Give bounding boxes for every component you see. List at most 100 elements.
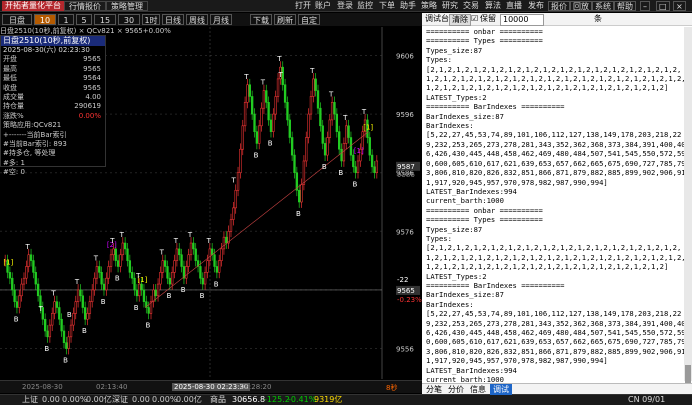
period-week[interactable]: 周线 [186, 14, 208, 25]
keep-label: 保留 [480, 14, 496, 23]
period-30m[interactable]: 30分 [118, 14, 140, 36]
period-5m[interactable]: 5分 [76, 14, 92, 36]
candle-body [72, 313, 75, 326]
chart-info-line: 日盘2510(10秒,前复权) × QCv821 × 9565+0.00% [0, 27, 171, 35]
period-10s[interactable]: 10秒 [34, 14, 56, 36]
candle-body [43, 318, 47, 332]
menu-strategy[interactable]: 策略 [421, 0, 437, 12]
maximize-icon[interactable]: □ [656, 1, 670, 11]
system-button[interactable]: 系统 [592, 1, 614, 11]
bottom-label: B [254, 151, 259, 159]
log-scrollbar[interactable] [684, 27, 692, 389]
value: 9564 [83, 74, 101, 83]
menu-live[interactable]: 直播 [506, 0, 522, 12]
top-label: T [243, 73, 249, 81]
info-note: #多: 1 [3, 158, 25, 167]
tab-quotes[interactable]: 行情报价 [64, 1, 106, 11]
menu-order[interactable]: 下单 [379, 0, 395, 12]
value: 9565 [83, 55, 101, 64]
candle-body [253, 113, 256, 132]
menu-login[interactable]: 登录 [337, 0, 353, 12]
menu-trade[interactable]: 交易 [463, 0, 479, 12]
menu-research[interactable]: 研究 [442, 0, 458, 12]
candle-body [248, 84, 251, 97]
candle-body [307, 113, 310, 138]
info-header: 日盘2510(10秒,前复权) [1, 36, 105, 46]
period-month[interactable]: 月线 [210, 14, 232, 25]
candle-body [79, 289, 82, 297]
top-label: T [206, 237, 212, 245]
signal-marker: T [38, 305, 44, 313]
label: 涨跌% [3, 111, 24, 120]
quote-button[interactable]: 报价 [548, 1, 570, 11]
keep-count-input[interactable]: 10000 [500, 14, 544, 26]
candle-body [159, 272, 162, 285]
candle-body [178, 248, 181, 256]
top-label: T [93, 254, 99, 262]
top-label: T [260, 79, 266, 87]
menu-publish[interactable]: 发布 [528, 0, 544, 12]
info-row-low: 最低 9564 [1, 74, 105, 83]
bottom-label: B [115, 274, 120, 282]
replay-button[interactable]: 回放 [570, 1, 592, 11]
signal-marker: B [67, 311, 72, 319]
menu-open[interactable]: 打开 [295, 0, 311, 12]
clear-button[interactable]: 清除 [449, 14, 471, 26]
candle-body [326, 137, 329, 156]
candle-body [135, 289, 139, 297]
period-1m[interactable]: 1分 [58, 14, 74, 36]
close-icon[interactable]: × [673, 1, 686, 11]
tab-debug[interactable]: 调试 [490, 384, 512, 395]
candle-body [323, 143, 327, 156]
sh-amount: 0.00亿 [86, 395, 112, 404]
candle-body [269, 119, 273, 132]
bottom-label: B [14, 316, 19, 324]
tab-info[interactable]: 信息 [470, 384, 486, 395]
download-button[interactable]: 下载 [250, 14, 272, 25]
debug-log: ========== onbar ========== ========== T… [426, 27, 686, 383]
menu-account[interactable]: 账户 [315, 0, 331, 12]
menu-monitor[interactable]: 监控 [357, 0, 373, 12]
candle-body [166, 266, 169, 279]
candle-body [168, 277, 172, 285]
minimize-icon[interactable]: – [640, 1, 650, 11]
menu-assist[interactable]: 助手 [400, 0, 416, 12]
period-day[interactable]: 日线 [162, 14, 184, 25]
candle-body [335, 113, 339, 132]
period-15m[interactable]: 15分 [94, 14, 116, 36]
label: 开盘 [3, 55, 17, 64]
chart-toolbar: 日盘2510 10秒 1分 5分 15分 30分 1时 日线 周线 月线 下载 … [0, 13, 422, 36]
candle-body [274, 96, 277, 115]
candle-body [163, 260, 167, 267]
value: 4.00 [85, 92, 101, 101]
candle-body [114, 248, 117, 261]
keep-checkbox[interactable]: ☑ [471, 13, 478, 25]
symbol-selector[interactable]: 日盘2510 [2, 14, 32, 36]
candle-body [309, 96, 313, 115]
candle-body [236, 172, 240, 191]
value: 290619 [74, 102, 101, 111]
candle-body [51, 313, 54, 326]
period-1h[interactable]: 1时 [142, 14, 160, 25]
tab-strategy[interactable]: 策略管理 [106, 1, 148, 11]
candle-body [192, 242, 195, 250]
sh-value: 0.00 [42, 395, 60, 404]
tab-ticks[interactable]: 分笔 [426, 384, 442, 395]
candle-body [105, 277, 108, 291]
value: 9565 [83, 64, 101, 73]
candle-body [187, 254, 190, 267]
help-button[interactable]: 帮助 [614, 1, 636, 11]
info-note: 策略应用:QCv821 [3, 121, 62, 130]
candle-body [116, 260, 120, 267]
candle-body [215, 266, 219, 273]
candle-body [131, 272, 134, 279]
menu-algo[interactable]: 算法 [485, 0, 501, 12]
custom-button[interactable]: 自定 [298, 14, 320, 25]
tab-price[interactable]: 分价 [448, 384, 464, 395]
candle-body [243, 102, 247, 127]
info-row-close: 收盘 9565 [1, 84, 105, 93]
info-row-high: 最高 9565 [1, 65, 105, 74]
candle-body [356, 160, 360, 173]
refresh-button[interactable]: 刷新 [274, 14, 296, 25]
bottom-label: B [268, 140, 273, 148]
